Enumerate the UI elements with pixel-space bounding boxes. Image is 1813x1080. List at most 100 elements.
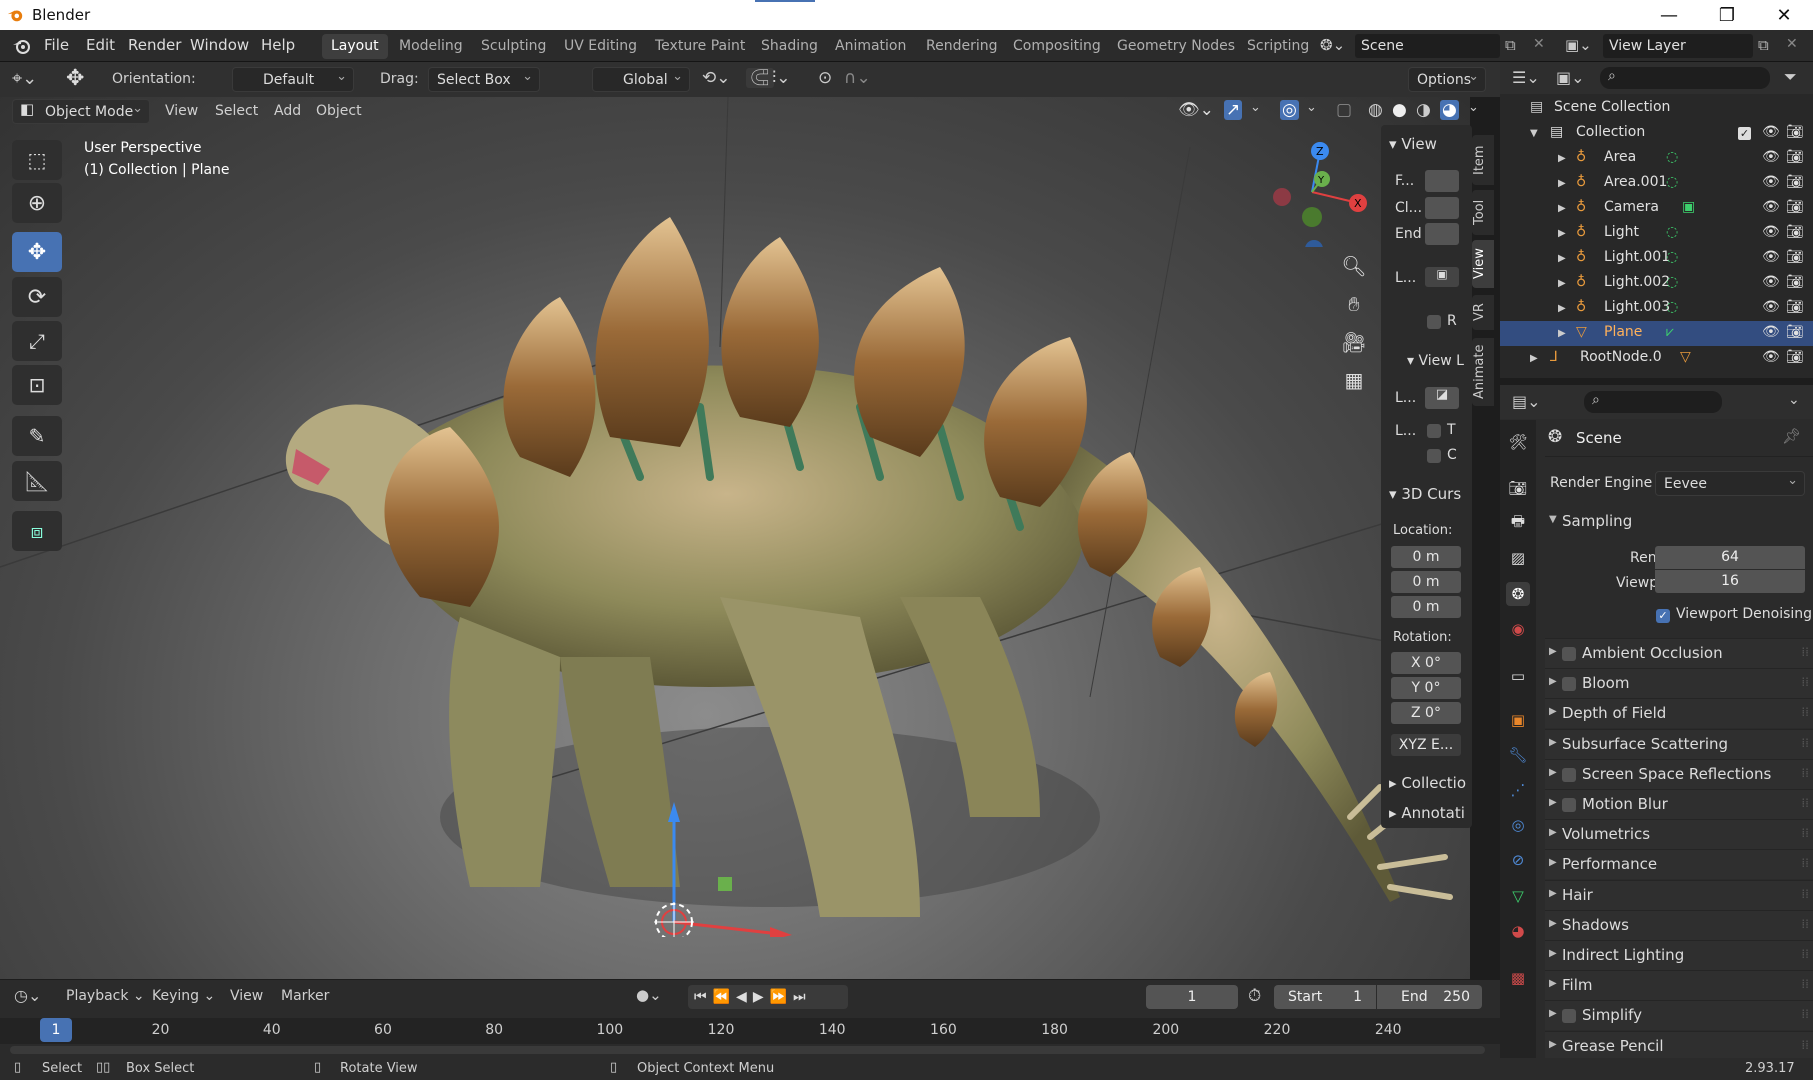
focal-length-field[interactable]: [1425, 170, 1459, 192]
expand-arrow-icon[interactable]: ▶: [1558, 253, 1566, 264]
expand-arrow-icon[interactable]: ▶: [1558, 278, 1566, 289]
property-panel-header[interactable]: ▶ Motion Blur ⁞⁞: [1545, 789, 1813, 819]
pin-icon[interactable]: 📌︎: [1782, 427, 1801, 445]
render-camera-icon[interactable]: 📷︎: [1786, 274, 1804, 290]
tab-sculpting[interactable]: Sculpting: [472, 34, 555, 59]
pivot-point-icon[interactable]: ⟲⌄: [702, 68, 731, 88]
clip-start-field[interactable]: [1425, 197, 1459, 219]
panel-enable-checkbox[interactable]: [1562, 647, 1576, 661]
perspective-grid-icon[interactable]: ▦: [1340, 361, 1368, 399]
add-cube-tool[interactable]: ⧈: [12, 511, 62, 551]
proportional-edit-icon[interactable]: ⊙: [818, 68, 832, 88]
close-button[interactable]: ✕: [1755, 0, 1813, 30]
transform-tool[interactable]: ⊡: [12, 365, 62, 405]
property-panel-header[interactable]: ▶ Film ⁞⁞: [1545, 970, 1813, 1001]
view-layer-properties-tab-icon[interactable]: ▨: [1506, 546, 1530, 570]
drag-grip-icon[interactable]: ⁞⁞: [1801, 1038, 1809, 1052]
visibility-eye-icon[interactable]: 👁︎: [1762, 299, 1780, 315]
expand-arrow-icon[interactable]: ▶: [1558, 228, 1566, 239]
select-box-tool[interactable]: ⬚: [12, 140, 62, 180]
maximize-button[interactable]: ❐: [1698, 0, 1756, 30]
navigation-gizmo[interactable]: Z X Y: [1260, 137, 1370, 247]
expand-arrow-icon[interactable]: ▶: [1558, 203, 1566, 214]
editor-type-icon[interactable]: ⌖⌄: [12, 68, 37, 89]
tab-animation[interactable]: Animation: [826, 34, 915, 59]
panel-enable-checkbox[interactable]: [1562, 677, 1576, 692]
visibility-eye-icon[interactable]: 👁︎: [1762, 149, 1780, 165]
orientation-dropdown[interactable]: Default: [232, 64, 354, 92]
outliner-root-node[interactable]: ▶ ⅃ RootNode.0 ▽ 👁︎ 📷︎: [1500, 346, 1813, 371]
menu-playback[interactable]: Playback ⌄: [66, 988, 145, 1004]
menu-add[interactable]: Add: [274, 103, 301, 119]
filter-icon[interactable]: ⏷: [1784, 67, 1797, 87]
scale-tool[interactable]: ⤢: [12, 321, 62, 361]
tab-geometry-nodes[interactable]: Geometry Nodes: [1108, 34, 1244, 59]
overlays-toggle-icon[interactable]: ◎: [1280, 100, 1299, 120]
cursor-rotation-x[interactable]: X 0°: [1391, 652, 1461, 674]
menu-marker[interactable]: Marker: [281, 988, 329, 1004]
visibility-eye-icon[interactable]: 👁︎: [1762, 124, 1780, 140]
play-reverse-icon[interactable]: ◀: [736, 989, 753, 1005]
constraints-properties-tab-icon[interactable]: ⊘: [1506, 848, 1530, 872]
expand-arrow-icon[interactable]: ▼: [1530, 128, 1538, 139]
menu-edit[interactable]: Edit: [86, 36, 115, 54]
property-panel-header[interactable]: ▶ Screen Space Reflections ⁞⁞: [1545, 758, 1813, 789]
remove-view-layer-icon[interactable]: ✕: [1786, 36, 1798, 52]
data-properties-tab-icon[interactable]: ▽: [1506, 884, 1530, 908]
new-scene-icon[interactable]: ⧉: [1505, 36, 1516, 54]
tab-uv-editing[interactable]: UV Editing: [555, 34, 646, 59]
annotations-panel-header[interactable]: ▸ Annotati: [1389, 804, 1465, 822]
cursor-location-x[interactable]: 0 m: [1391, 546, 1461, 568]
properties-options-icon[interactable]: ⌄: [1788, 392, 1800, 408]
texture-properties-tab-icon[interactable]: ▩: [1506, 966, 1530, 990]
object-data-icon[interactable]: ◌: [1666, 149, 1678, 165]
collection-properties-tab-icon[interactable]: ▭: [1506, 664, 1530, 688]
falloff-icon[interactable]: ∩⌄: [844, 68, 871, 88]
drag-grip-icon[interactable]: ⁞⁞: [1801, 796, 1809, 810]
view-layer-field[interactable]: View Layer: [1603, 34, 1753, 58]
menu-object[interactable]: Object: [316, 103, 362, 119]
drag-grip-icon[interactable]: ⁞⁞: [1801, 645, 1809, 659]
jump-keyframe-back-icon[interactable]: ⏪: [713, 989, 736, 1005]
particles-properties-tab-icon[interactable]: ⋰: [1506, 778, 1530, 802]
auto-keying-icon[interactable]: ●⌄: [636, 986, 662, 1004]
current-frame-field[interactable]: 1: [1146, 985, 1238, 1009]
shading-dropdown-icon[interactable]: ⌄: [1468, 100, 1479, 115]
outliner-item[interactable]: ▶ ▽ Plane ⩗ 👁︎ 📷︎: [1500, 321, 1813, 346]
3d-viewport[interactable]: User Perspective (1) Collection | Plane …: [0, 97, 1470, 979]
world-properties-tab-icon[interactable]: ◉: [1506, 617, 1530, 641]
drag-dropdown[interactable]: Select Box: [428, 64, 540, 92]
collection-exclude-checkbox[interactable]: ✓: [1738, 127, 1751, 140]
outliner-editor-type-icon[interactable]: ☰⌄: [1512, 68, 1540, 87]
scene-properties-tab-icon[interactable]: ❂: [1506, 582, 1530, 606]
outliner-item[interactable]: ▶ ♁ Light.002 ◌ 👁︎ 📷︎: [1500, 271, 1813, 296]
object-data-icon[interactable]: ◌: [1666, 274, 1678, 290]
output-properties-tab-icon[interactable]: 🖶: [1506, 511, 1530, 535]
object-data-icon[interactable]: ◌: [1666, 224, 1678, 240]
outliner-item[interactable]: ▶ ♁ Light.003 ◌ 👁︎ 📷︎: [1500, 296, 1813, 321]
view-layer-icon[interactable]: ▣⌄: [1565, 36, 1592, 54]
rendered-shading-icon[interactable]: ◕: [1440, 100, 1459, 120]
jump-start-icon[interactable]: ⏮: [694, 989, 713, 1005]
sampling-panel-header[interactable]: ▼ Sampling: [1545, 507, 1813, 537]
play-icon[interactable]: ▶: [753, 989, 770, 1005]
visibility-eye-icon[interactable]: 👁︎: [1762, 324, 1780, 340]
menu-select[interactable]: Select: [215, 103, 258, 119]
pan-hand-icon[interactable]: ✋︎: [1340, 285, 1368, 323]
menu-view[interactable]: View: [165, 103, 198, 119]
tab-compositing[interactable]: Compositing: [1004, 34, 1110, 59]
property-panel-header[interactable]: ▶ Performance ⁞⁞: [1545, 849, 1813, 880]
render-camera-icon[interactable]: 📷︎: [1786, 174, 1804, 190]
object-data-icon[interactable]: ◌: [1666, 174, 1678, 190]
expand-arrow-icon[interactable]: ▶: [1558, 178, 1566, 189]
scene-selector-icon[interactable]: ❂⌄: [1320, 36, 1345, 54]
render-samples-field[interactable]: 64: [1655, 546, 1805, 569]
viewport-samples-field[interactable]: 16: [1655, 570, 1805, 593]
property-panel-header[interactable]: ▶ Volumetrics ⁞⁞: [1545, 819, 1813, 850]
property-panel-header[interactable]: ▶ Ambient Occlusion ⁞⁞: [1545, 638, 1813, 668]
outliner-item[interactable]: ▶ ♁ Camera ▣ 👁︎ 📷︎: [1500, 196, 1813, 221]
render-camera-icon[interactable]: 📷︎: [1786, 324, 1804, 340]
render-properties-tab-icon[interactable]: 📷︎: [1506, 476, 1530, 500]
tab-view[interactable]: View: [1472, 240, 1494, 288]
move-tool[interactable]: ✥: [12, 232, 62, 272]
